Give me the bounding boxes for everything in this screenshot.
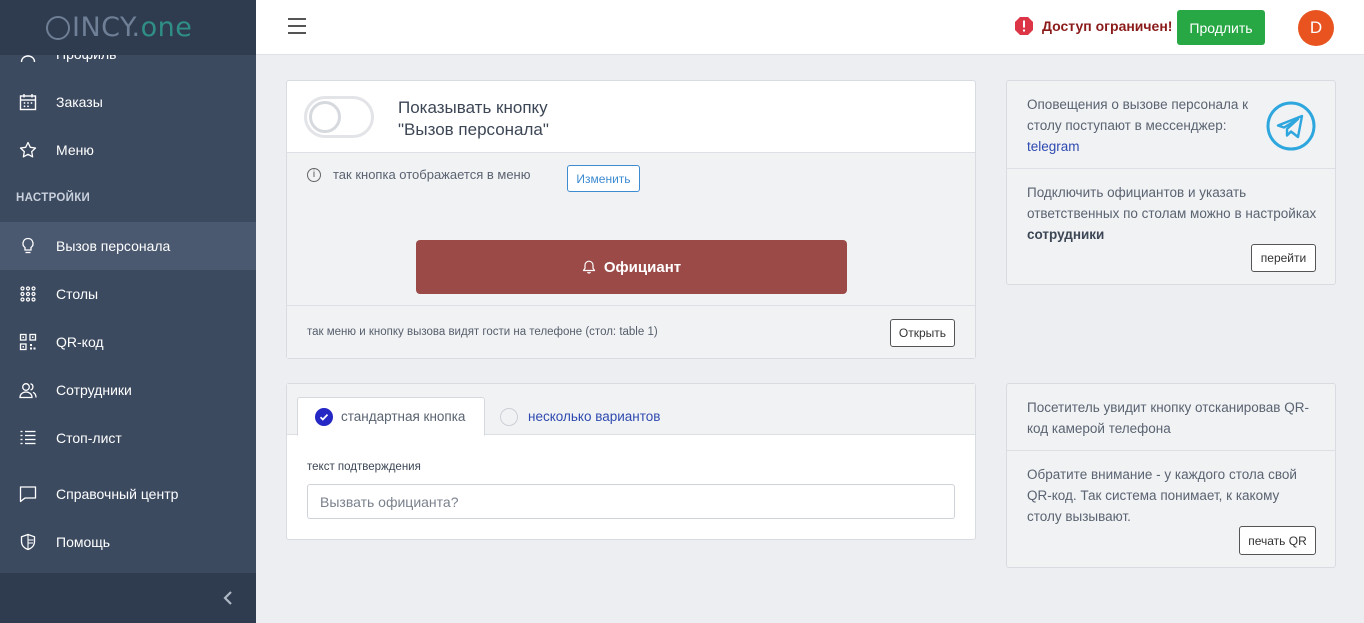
sidebar-item-help[interactable]: Помощь bbox=[0, 518, 256, 566]
sidebar-item-staff-call[interactable]: Вызов персонала bbox=[0, 222, 256, 270]
sidebar-item-label: Вызов персонала bbox=[56, 238, 171, 254]
info-text: так кнопка отображается в меню bbox=[333, 167, 531, 182]
sidebar-item-help-center[interactable]: Справочный центр bbox=[0, 470, 256, 518]
button-mode-card: стандартная кнопка несколько вариантов т… bbox=[286, 383, 976, 540]
renew-button[interactable]: Продлить bbox=[1177, 10, 1265, 45]
footer-text: так меню и кнопку вызова видят гости на … bbox=[307, 326, 658, 338]
notify-text: Оповещения о вызове персонала к столу по… bbox=[1027, 94, 1257, 157]
top-bar: Доступ ограничен! Продлить D bbox=[256, 0, 1364, 55]
sidebar-item-label: Стоп-лист bbox=[56, 430, 122, 446]
qr-panel: Посетитель увидит кнопку отсканировав QR… bbox=[1006, 383, 1336, 568]
title-line-2: "Вызов персонала" bbox=[398, 120, 549, 139]
tab-multiple-variants[interactable]: несколько вариантов bbox=[500, 397, 660, 436]
avatar[interactable]: D bbox=[1298, 10, 1334, 46]
sidebar-item-stop-list[interactable]: Стоп-лист bbox=[0, 414, 256, 462]
chevron-left-icon bbox=[223, 591, 232, 605]
star-icon bbox=[18, 140, 38, 160]
logo-bar: INCY. one bbox=[0, 0, 256, 55]
hamburger-menu-icon[interactable] bbox=[288, 18, 306, 34]
staff-call-title: Показывать кнопку "Вызов персонала" bbox=[398, 97, 549, 141]
change-button[interactable]: Изменить bbox=[567, 165, 640, 192]
notify-text-body: Оповещения о вызове персонала к столу по… bbox=[1027, 97, 1249, 133]
sidebar-item-tables[interactable]: Столы bbox=[0, 270, 256, 318]
qr-text-1: Посетитель увидит кнопку отсканировав QR… bbox=[1027, 400, 1309, 436]
list-icon bbox=[18, 428, 38, 448]
collapse-sidebar-button[interactable] bbox=[218, 588, 238, 608]
sidebar-item-menu[interactable]: Меню bbox=[0, 126, 256, 174]
sidebar-item-staff[interactable]: Сотрудники bbox=[0, 366, 256, 414]
qr-text-2: Обратите внимание - у каждого стола свой… bbox=[1027, 467, 1297, 524]
users-icon bbox=[18, 380, 38, 400]
staff-call-card: Показывать кнопку "Вызов персонала" i та… bbox=[286, 80, 976, 359]
waiter-button-label: Официант bbox=[603, 258, 682, 276]
sidebar-item-orders[interactable]: Заказы bbox=[0, 78, 256, 126]
go-button[interactable]: перейти bbox=[1251, 244, 1316, 272]
info-icon: i bbox=[307, 167, 321, 182]
app-logo[interactable]: INCY. one bbox=[46, 12, 192, 43]
open-button[interactable]: Открыть bbox=[890, 319, 955, 347]
access-alert: Доступ ограничен! bbox=[1014, 16, 1172, 36]
radio-unchecked-icon bbox=[500, 407, 518, 426]
notify-panel: Оповещения о вызове персонала к столу по… bbox=[1006, 80, 1336, 285]
sidebar-nav: Профиль Заказы Меню НАСТРОЙКИ Вызов перс… bbox=[0, 30, 256, 566]
tab-label: несколько вариантов bbox=[528, 409, 661, 424]
alert-icon bbox=[1015, 17, 1033, 35]
calendar-icon bbox=[18, 92, 38, 112]
notify-section: Оповещения о вызове персонала к столу по… bbox=[1007, 81, 1335, 169]
sidebar-section-settings: НАСТРОЙКИ bbox=[16, 192, 91, 204]
preview-area: i так кнопка отображается в меню Изменит… bbox=[287, 153, 975, 305]
info-row: i так кнопка отображается в меню bbox=[307, 167, 530, 182]
radio-checked-icon bbox=[315, 407, 333, 426]
confirm-text-input[interactable] bbox=[307, 484, 955, 519]
logo-accent: one bbox=[140, 12, 193, 43]
logo-text: INCY. bbox=[72, 12, 141, 43]
title-line-1: Показывать кнопку bbox=[398, 98, 548, 117]
sidebar-item-label: Справочный центр bbox=[56, 486, 179, 502]
lightbulb-icon bbox=[18, 236, 38, 256]
sidebar-item-label: QR-код bbox=[56, 334, 104, 350]
waiter-preview-button[interactable]: Официант bbox=[416, 240, 847, 294]
chat-icon bbox=[18, 484, 38, 504]
staff-call-header: Показывать кнопку "Вызов персонала" bbox=[287, 81, 975, 153]
sidebar-item-label: Помощь bbox=[56, 534, 111, 550]
alert-text: Доступ ограничен! bbox=[1042, 18, 1173, 34]
staff-call-footer: так меню и кнопку вызова видят гости на … bbox=[287, 305, 975, 358]
qr-section-1: Посетитель увидит кнопку отсканировав QR… bbox=[1007, 384, 1335, 451]
staff-link-bold: сотрудники bbox=[1027, 227, 1105, 242]
sidebar: Профиль Заказы Меню НАСТРОЙКИ Вызов перс… bbox=[0, 0, 256, 623]
logo-icon bbox=[46, 15, 70, 40]
staff-link-text-body: Подключить официантов и указать ответств… bbox=[1027, 185, 1317, 221]
sidebar-item-label: Сотрудники bbox=[56, 382, 132, 398]
grid-icon bbox=[18, 284, 38, 304]
mode-tabs: стандартная кнопка несколько вариантов bbox=[287, 384, 975, 436]
shield-icon bbox=[18, 532, 38, 552]
sidebar-item-label: Столы bbox=[56, 286, 99, 302]
confirm-text-label: текст подтверждения bbox=[307, 461, 421, 473]
print-qr-button[interactable]: печать QR bbox=[1239, 526, 1316, 555]
tab-standard-button[interactable]: стандартная кнопка bbox=[297, 397, 485, 436]
telegram-icon[interactable] bbox=[1265, 100, 1317, 152]
sidebar-item-label: Заказы bbox=[56, 94, 103, 110]
show-button-toggle[interactable] bbox=[304, 96, 374, 138]
tab-label: стандартная кнопка bbox=[341, 409, 466, 424]
telegram-link[interactable]: telegram bbox=[1027, 139, 1080, 154]
qr-icon bbox=[18, 332, 38, 352]
sidebar-item-qr[interactable]: QR-код bbox=[0, 318, 256, 366]
bell-icon bbox=[582, 260, 595, 274]
sidebar-item-label: Меню bbox=[56, 142, 94, 158]
sidebar-footer bbox=[0, 573, 256, 623]
toggle-knob bbox=[309, 101, 341, 133]
staff-link-text: Подключить официантов и указать ответств… bbox=[1027, 182, 1317, 245]
